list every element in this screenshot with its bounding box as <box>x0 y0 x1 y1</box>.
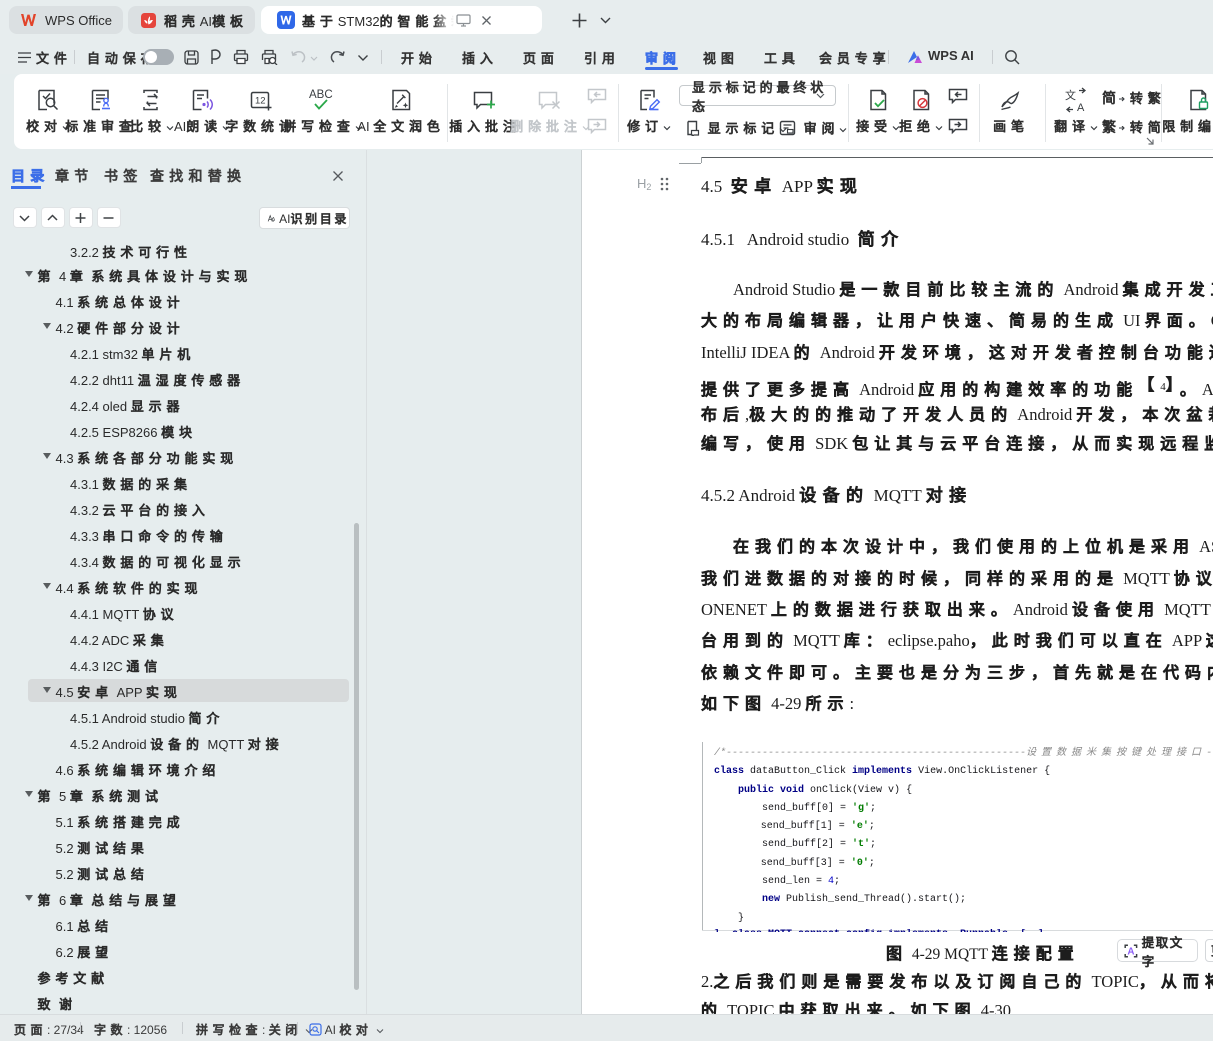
svg-text:A: A <box>1077 102 1085 113</box>
svg-text:12: 12 <box>255 96 266 107</box>
svg-text:A: A <box>1127 946 1134 957</box>
svg-text:文: 文 <box>1065 88 1076 102</box>
svg-text:ABC: ABC <box>309 89 333 101</box>
